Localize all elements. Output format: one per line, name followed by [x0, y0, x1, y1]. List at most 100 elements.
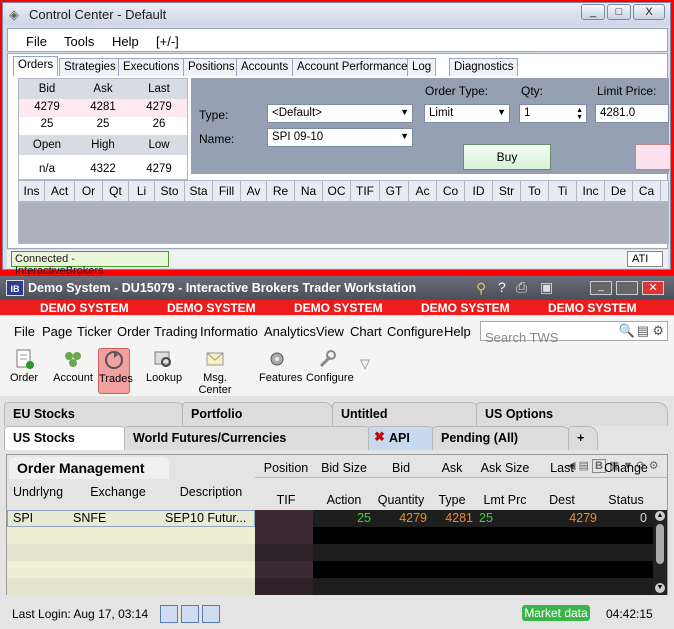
tab-untitled[interactable]: Untitled [332, 402, 480, 426]
menu-help[interactable]: Help [112, 34, 139, 49]
col-dest[interactable]: Dest [535, 493, 589, 507]
maximize-button[interactable] [616, 281, 638, 295]
menu-order[interactable]: Order [117, 324, 150, 339]
account-tool-button[interactable]: Account [52, 348, 94, 394]
column-header[interactable]: GT [380, 181, 409, 201]
control-center-titlebar[interactable]: ◈ Control Center - Default _ □ X [3, 3, 670, 25]
col-position[interactable]: Position [257, 461, 315, 475]
col-tif[interactable]: TIF [257, 493, 315, 507]
col-last[interactable]: Last [535, 461, 589, 475]
tab-pending-all[interactable]: Pending (All) [432, 426, 572, 450]
spinner-icon[interactable]: ▲ ▼ [576, 107, 583, 121]
vertical-scrollbar[interactable]: ▲ ▼ [653, 510, 667, 595]
menu-ticker[interactable]: Ticker [77, 324, 112, 339]
col-change[interactable]: Change [593, 461, 659, 475]
column-header[interactable]: Or [75, 181, 103, 201]
column-header[interactable]: Li [129, 181, 155, 201]
features-tool-button[interactable]: Features [259, 348, 302, 394]
buy-button[interactable]: Buy [463, 144, 551, 170]
table-row[interactable] [7, 544, 667, 561]
table-row[interactable]: SPI SNFE SEP10 Futur... 25 4279 4281 25 … [7, 510, 667, 527]
tab-world-futures[interactable]: World Futures/Currencies [124, 426, 374, 450]
grid-icon[interactable] [181, 605, 199, 623]
column-header[interactable]: Sto [155, 181, 185, 201]
column-header[interactable]: Inc [577, 181, 605, 201]
menu-view[interactable]: View [316, 324, 344, 339]
minimize-button[interactable]: _ [581, 4, 605, 20]
tab-positions[interactable]: Positions [183, 58, 240, 76]
tab-portfolio[interactable]: Portfolio [182, 402, 334, 426]
column-header[interactable]: Re [267, 181, 295, 201]
lock-icon[interactable]: ▣ [540, 279, 553, 296]
market-data-status[interactable]: Market data [522, 605, 590, 621]
tab-account-performance[interactable]: Account Performance [292, 58, 413, 76]
tab-diagnostics[interactable]: Diagnostics [449, 58, 519, 76]
menu-page[interactable]: Page [42, 324, 72, 339]
tws-titlebar[interactable]: IB Demo System - DU15079 - Interactive B… [0, 276, 674, 300]
orders-grid[interactable] [18, 202, 669, 244]
menu-analytics[interactable]: Analytics [264, 324, 316, 339]
tab-accounts[interactable]: Accounts [236, 58, 294, 76]
chart-icon[interactable] [202, 605, 220, 623]
column-header[interactable]: Act [45, 181, 75, 201]
minimize-button[interactable]: _ [590, 281, 612, 295]
col-lmt-prc[interactable]: Lmt Prc [475, 493, 535, 507]
menu-chart[interactable]: Chart [350, 324, 382, 339]
sell-button[interactable] [635, 144, 671, 170]
table-row[interactable] [7, 527, 667, 544]
limit-price-stepper[interactable]: 4281.0 [595, 104, 669, 123]
msg-center-tool-button[interactable]: Msg. Center [186, 348, 244, 396]
column-header[interactable]: TIF [351, 181, 380, 201]
trades-tool-button[interactable]: Trades [98, 348, 133, 394]
column-header[interactable]: Ca [633, 181, 661, 201]
search-input[interactable]: Search TWS 🔍 ▤ ⚙ [480, 321, 668, 345]
settings-icon[interactable]: ⚙ [652, 323, 664, 339]
close-button[interactable]: X [633, 4, 665, 20]
col-bid-size[interactable]: Bid Size [315, 461, 373, 475]
tab-api[interactable]: ✖ API [368, 426, 438, 450]
column-header[interactable]: Sta [185, 181, 213, 201]
pin-icon[interactable]: ⚲ [476, 280, 486, 297]
table-row[interactable] [7, 578, 667, 595]
column-header[interactable]: De [605, 181, 633, 201]
scroll-thumb[interactable] [656, 524, 664, 564]
column-header[interactable]: Fill [213, 181, 241, 201]
table-row[interactable] [7, 561, 667, 578]
configure-tool-button[interactable]: Configure [306, 348, 354, 394]
col-quantity[interactable]: Quantity [373, 493, 429, 507]
add-tab-button[interactable]: + [568, 426, 598, 450]
help-icon[interactable]: ? [498, 279, 506, 295]
scroll-down-icon[interactable]: ▼ [655, 583, 665, 593]
layout-icon[interactable] [160, 605, 178, 623]
order-type-select[interactable]: Limit ▼ [424, 104, 510, 123]
column-header[interactable]: ID [465, 181, 493, 201]
order-tool-button[interactable]: Order [8, 348, 40, 394]
tab-us-options[interactable]: US Options [476, 402, 668, 426]
tab-orders[interactable]: Orders [13, 56, 59, 76]
col-status[interactable]: Status [593, 493, 659, 507]
column-header[interactable]: Ti [549, 181, 577, 201]
menu-help[interactable]: Help [444, 324, 471, 339]
toolbar-expand-icon[interactable]: ▽ [360, 356, 370, 372]
menu-configure[interactable]: Configure [387, 324, 443, 339]
column-header[interactable]: To [521, 181, 549, 201]
col-bid[interactable]: Bid [373, 461, 429, 475]
column-header[interactable]: Na [295, 181, 323, 201]
column-header[interactable]: Co [437, 181, 465, 201]
col-exchange[interactable]: Exchange [85, 485, 151, 499]
column-header[interactable]: Qt [103, 181, 129, 201]
lookup-tool-button[interactable]: Lookup [146, 348, 182, 394]
col-description[interactable]: Description [171, 485, 251, 499]
col-ask-size[interactable]: Ask Size [475, 461, 535, 475]
close-button[interactable]: ✕ [642, 281, 664, 295]
column-header[interactable]: Av [241, 181, 267, 201]
menu-expand[interactable]: [+/-] [156, 34, 179, 49]
column-header[interactable]: Ac [409, 181, 437, 201]
tab-log[interactable]: Log [407, 58, 437, 76]
menu-trading[interactable]: Trading [154, 324, 198, 339]
col-ask[interactable]: Ask [429, 461, 475, 475]
col-type[interactable]: Type [429, 493, 475, 507]
col-action[interactable]: Action [315, 493, 373, 507]
name-select[interactable]: SPI 09-10 ▼ [267, 128, 413, 147]
scroll-up-icon[interactable]: ▲ [655, 511, 665, 521]
